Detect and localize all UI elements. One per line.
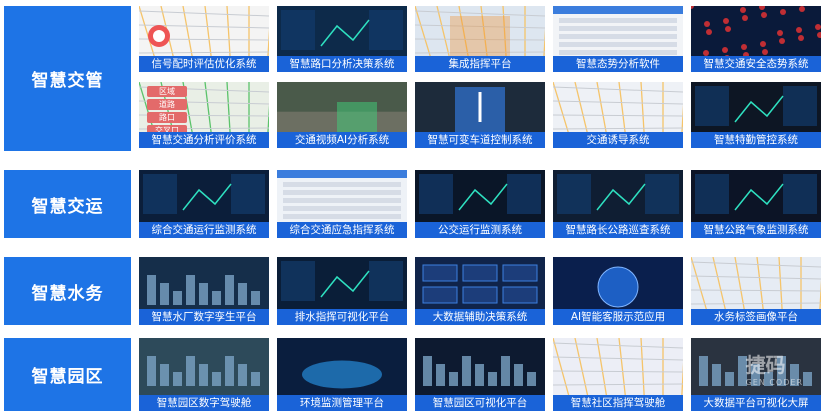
product-caption: 综合交通应急指挥系统 bbox=[277, 222, 407, 238]
watermark-logo: 捷码 GEN CODER bbox=[746, 349, 803, 387]
product-caption: 交通诱导系统 bbox=[553, 132, 683, 148]
product-card-water-twin[interactable]: 智慧水厂数字孪生平台 bbox=[139, 257, 269, 325]
tag: 路口 bbox=[147, 112, 187, 123]
watermark-sub: GEN CODER bbox=[745, 378, 803, 387]
product-caption: 智慧社区指挥驾驶舱 bbox=[553, 395, 683, 411]
product-caption: 交通视频AI分析系统 bbox=[277, 132, 407, 148]
tag: 道路 bbox=[147, 99, 187, 110]
product-card-drainage-command[interactable]: 排水指挥可视化平台 bbox=[277, 257, 407, 325]
product-caption: 智慧公路气象监测系统 bbox=[691, 222, 821, 238]
product-card-transport-monitoring[interactable]: 综合交通运行监测系统 bbox=[139, 170, 269, 238]
product-caption: 智慧交通分析评价系统 bbox=[139, 132, 269, 148]
product-card-special-duty[interactable]: 智慧特勤管控系统 bbox=[691, 82, 821, 148]
product-card-traffic-evaluation[interactable]: 区域 道路 路口 交叉口 智慧交通分析评价系统 bbox=[139, 82, 269, 148]
product-card-video-ai[interactable]: 交通视频AI分析系统 bbox=[277, 82, 407, 148]
product-caption: 智慧水厂数字孪生平台 bbox=[139, 309, 269, 325]
tag: 区域 bbox=[147, 86, 187, 97]
product-card-bigdata-decision[interactable]: 大数据辅助决策系统 bbox=[415, 257, 545, 325]
product-caption: 大数据辅助决策系统 bbox=[415, 309, 545, 325]
product-caption: 公交运行监测系统 bbox=[415, 222, 545, 238]
product-caption: 智慧特勤管控系统 bbox=[691, 132, 821, 148]
product-caption: 信号配时评估优化系统 bbox=[139, 56, 269, 72]
product-caption: 智慧路口分析决策系统 bbox=[277, 56, 407, 72]
product-card-park-visual[interactable]: 智慧园区可视化平台 bbox=[415, 338, 545, 411]
product-card-water-tags[interactable]: 水务标签画像平台 bbox=[691, 257, 821, 325]
product-card-signal-timing[interactable]: 信号配时评估优化系统 bbox=[139, 6, 269, 72]
product-caption: 智慧园区数字驾驶舱 bbox=[139, 395, 269, 411]
product-card-road-patrol[interactable]: 智慧路长公路巡查系统 bbox=[553, 170, 683, 238]
product-caption: 智慧态势分析软件 bbox=[553, 56, 683, 72]
product-card-ai-service[interactable]: AI智能客服示范应用 bbox=[553, 257, 683, 325]
product-caption: 智慧路长公路巡查系统 bbox=[553, 222, 683, 238]
product-card-park-cockpit[interactable]: 智慧园区数字驾驶舱 bbox=[139, 338, 269, 411]
product-caption: 综合交通运行监测系统 bbox=[139, 222, 269, 238]
product-caption: 智慧交通安全态势系统 bbox=[691, 56, 821, 72]
category-1[interactable]: 智慧交运 bbox=[4, 170, 131, 238]
product-card-traffic-guidance[interactable]: 交通诱导系统 bbox=[553, 82, 683, 148]
product-card-bus-monitoring[interactable]: 公交运行监测系统 bbox=[415, 170, 545, 238]
category-3[interactable]: 智慧园区 bbox=[4, 338, 131, 411]
category-2[interactable]: 智慧水务 bbox=[4, 257, 131, 325]
product-caption: 排水指挥可视化平台 bbox=[277, 309, 407, 325]
category-0[interactable]: 智慧交管 bbox=[4, 6, 131, 151]
product-card-community-cockpit[interactable]: 智慧社区指挥驾驶舱 bbox=[553, 338, 683, 411]
product-card-variable-lane[interactable]: 智慧可变车道控制系统 bbox=[415, 82, 545, 148]
product-card-traffic-safety[interactable]: 智慧交通安全态势系统 bbox=[691, 6, 821, 72]
product-caption: 集成指挥平台 bbox=[415, 56, 545, 72]
product-card-bigdata-screen[interactable]: 大数据平台可视化大屏 捷码 GEN CODER bbox=[691, 338, 821, 411]
product-caption: AI智能客服示范应用 bbox=[553, 309, 683, 325]
tag-list: 区域 道路 路口 交叉口 bbox=[147, 86, 187, 138]
product-card-intersection-decision[interactable]: 智慧路口分析决策系统 bbox=[277, 6, 407, 72]
product-card-integrated-command[interactable]: 集成指挥平台 bbox=[415, 6, 545, 72]
product-caption: 环境监测管理平台 bbox=[277, 395, 407, 411]
product-card-emergency-command[interactable]: 综合交通应急指挥系统 bbox=[277, 170, 407, 238]
product-card-situation-analysis[interactable]: 智慧态势分析软件 bbox=[553, 6, 683, 72]
watermark-main: 捷码 bbox=[745, 353, 786, 377]
product-caption: 水务标签画像平台 bbox=[691, 309, 821, 325]
product-caption: 智慧可变车道控制系统 bbox=[415, 132, 545, 148]
product-caption: 智慧园区可视化平台 bbox=[415, 395, 545, 411]
product-caption: 大数据平台可视化大屏 bbox=[691, 395, 821, 411]
product-card-road-weather[interactable]: 智慧公路气象监测系统 bbox=[691, 170, 821, 238]
product-card-env-monitoring[interactable]: 环境监测管理平台 bbox=[277, 338, 407, 411]
